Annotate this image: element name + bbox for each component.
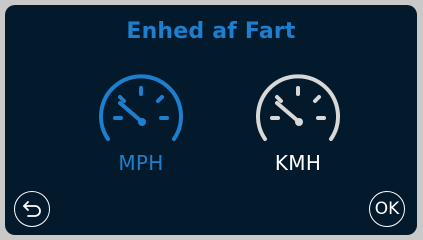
page-title: Enhed af Fart bbox=[126, 19, 296, 44]
back-button[interactable] bbox=[14, 191, 50, 227]
ok-button-label: OK bbox=[374, 199, 400, 219]
back-arrow-icon bbox=[23, 201, 41, 217]
option-kmh-label: KMH bbox=[274, 151, 322, 175]
ok-button[interactable]: OK bbox=[369, 191, 405, 227]
speedometer-icon bbox=[256, 74, 340, 141]
option-mph[interactable]: MPH bbox=[81, 69, 201, 199]
speedometer-icon bbox=[99, 74, 183, 141]
option-kmh[interactable]: KMH bbox=[238, 69, 358, 199]
option-mph-label: MPH bbox=[118, 151, 164, 175]
unit-of-speed-screen: Enhed af Fart MPH KMH OK bbox=[5, 5, 417, 235]
